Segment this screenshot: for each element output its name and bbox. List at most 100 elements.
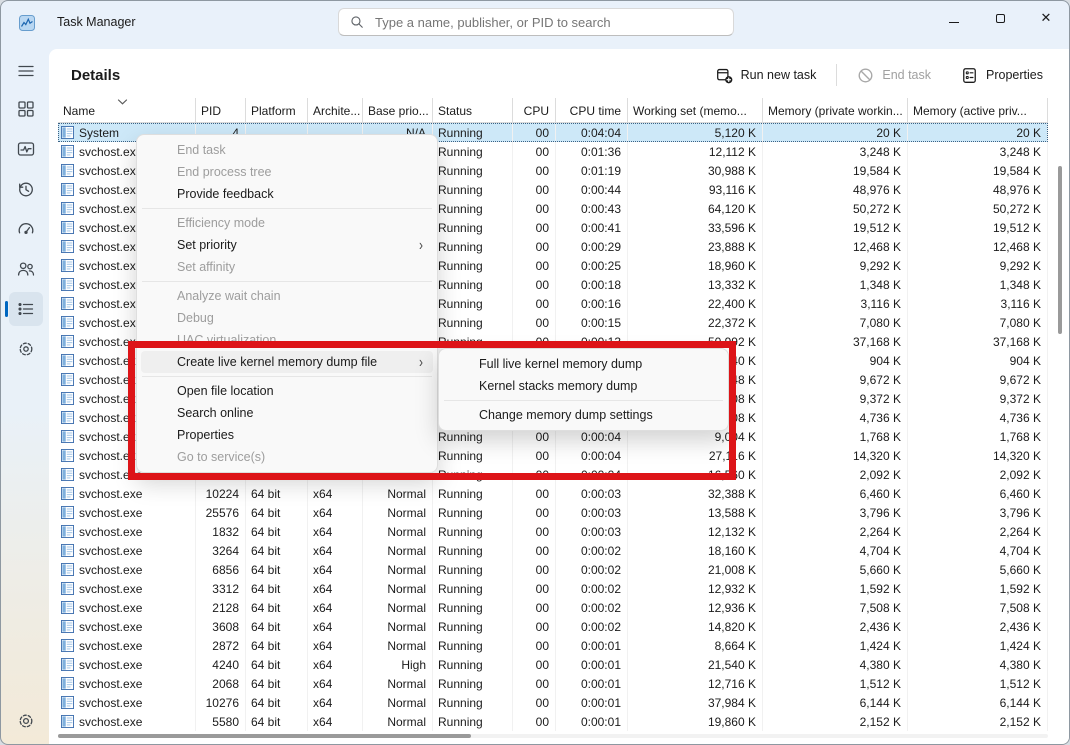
close-button[interactable]: ✕ bbox=[1023, 1, 1069, 35]
cell-cpu_time: 0:00:43 bbox=[556, 199, 628, 218]
cell-platform: 64 bit bbox=[246, 598, 308, 617]
app-window-icon bbox=[61, 354, 74, 367]
table-row[interactable]: svchost.exe206864 bitx64NormalRunning000… bbox=[58, 674, 1048, 693]
end-task-icon bbox=[857, 67, 874, 84]
horizontal-scrollbar-thumb[interactable] bbox=[58, 734, 471, 738]
cell-status: Running bbox=[433, 142, 513, 161]
column-header-arch[interactable]: Archite... bbox=[308, 98, 363, 122]
submenu-arrow-icon: › bbox=[419, 353, 423, 371]
cell-priority: Normal bbox=[363, 598, 433, 617]
table-row[interactable]: svchost.exe2557664 bitx64NormalRunning00… bbox=[58, 503, 1048, 522]
sidebar-item-services[interactable] bbox=[9, 332, 43, 366]
sidebar-item-details[interactable] bbox=[9, 292, 43, 326]
process-name: svchost.exe bbox=[79, 620, 142, 634]
cell-cpu: 00 bbox=[513, 617, 556, 636]
sidebar-item-users[interactable] bbox=[9, 252, 43, 286]
column-header-mem_active[interactable]: Memory (active priv... bbox=[908, 98, 1048, 122]
column-header-priority[interactable]: Base prio... bbox=[363, 98, 433, 122]
cell-mem_active: 1,348 K bbox=[908, 275, 1048, 294]
table-row[interactable]: svchost.exe1022464 bitx64NormalRunning00… bbox=[58, 484, 1048, 503]
submenu-item-change-memory-dump-settings[interactable]: Change memory dump settings bbox=[443, 404, 724, 426]
process-name: svchost.exe bbox=[79, 202, 142, 216]
context-menu-item-label: Properties bbox=[177, 428, 423, 442]
process-name: svchost.exe bbox=[79, 145, 142, 159]
services-gear-icon bbox=[16, 339, 36, 359]
context-menu-item-open-file-location[interactable]: Open file location bbox=[141, 380, 433, 402]
cell-mem_private: 5,660 K bbox=[763, 560, 908, 579]
submenu-item-kernel-stacks-memory-dump[interactable]: Kernel stacks memory dump bbox=[443, 375, 724, 397]
context-menu-item-search-online[interactable]: Search online bbox=[141, 402, 433, 424]
context-menu-item-properties[interactable]: Properties bbox=[141, 424, 433, 446]
column-header-platform[interactable]: Platform bbox=[246, 98, 308, 122]
submenu-item-full-live-kernel-memory-dump[interactable]: Full live kernel memory dump bbox=[443, 353, 724, 375]
cell-mem_private: 1,424 K bbox=[763, 636, 908, 655]
context-menu-item-set-priority[interactable]: Set priority› bbox=[141, 234, 433, 256]
process-name: svchost.exe bbox=[79, 392, 142, 406]
table-row[interactable]: svchost.exe212864 bitx64NormalRunning000… bbox=[58, 598, 1048, 617]
app-window-icon bbox=[61, 430, 74, 443]
context-menu-item-debug: Debug bbox=[141, 307, 433, 329]
table-header: NamePIDPlatformArchite...Base prio...Sta… bbox=[58, 98, 1048, 123]
column-header-mem_private[interactable]: Memory (private workin... bbox=[763, 98, 908, 122]
cell-name: svchost.exe bbox=[58, 541, 196, 560]
app-window-icon bbox=[61, 696, 74, 709]
sidebar-item-app-history[interactable] bbox=[9, 172, 43, 206]
run-new-task-button[interactable]: Run new task bbox=[706, 61, 827, 90]
cell-priority: Normal bbox=[363, 674, 433, 693]
task-manager-app-icon bbox=[19, 15, 35, 31]
vertical-scrollbar-thumb[interactable] bbox=[1058, 166, 1062, 334]
process-name: svchost.exe bbox=[79, 335, 142, 349]
navigation-menu-button[interactable] bbox=[9, 54, 43, 88]
sidebar-item-settings[interactable] bbox=[9, 704, 43, 738]
table-row[interactable]: svchost.exe360864 bitx64NormalRunning000… bbox=[58, 617, 1048, 636]
context-menu-separator bbox=[142, 281, 432, 282]
table-row[interactable]: svchost.exe685664 bitx64NormalRunning000… bbox=[58, 560, 1048, 579]
maximize-button[interactable] bbox=[977, 1, 1023, 35]
cell-cpu_time: 0:00:02 bbox=[556, 541, 628, 560]
cell-pid: 2128 bbox=[196, 598, 246, 617]
column-header-working_set[interactable]: Working set (memo... bbox=[628, 98, 763, 122]
cell-platform: 64 bit bbox=[246, 522, 308, 541]
table-row[interactable]: svchost.exe424064 bitx64HighRunning000:0… bbox=[58, 655, 1048, 674]
cell-name: svchost.exe bbox=[58, 522, 196, 541]
table-row[interactable]: svchost.exe326464 bitx64NormalRunning000… bbox=[58, 541, 1048, 560]
column-header-cpu_time[interactable]: CPU time bbox=[556, 98, 628, 122]
cell-status: Running bbox=[433, 579, 513, 598]
search-input[interactable] bbox=[373, 14, 722, 31]
column-header-status[interactable]: Status bbox=[433, 98, 513, 122]
cell-cpu: 00 bbox=[513, 712, 556, 731]
cell-cpu: 00 bbox=[513, 275, 556, 294]
cell-cpu: 00 bbox=[513, 237, 556, 256]
process-name: svchost.exe bbox=[79, 449, 142, 463]
cell-arch: x64 bbox=[308, 617, 363, 636]
cell-priority: Normal bbox=[363, 560, 433, 579]
submenu-separator bbox=[444, 400, 723, 401]
column-header-pid[interactable]: PID bbox=[196, 98, 246, 122]
gauge-icon bbox=[16, 219, 36, 239]
context-menu-item-create-live-kernel-memory-dump-file[interactable]: Create live kernel memory dump file› bbox=[141, 351, 433, 373]
cell-mem_active: 2,436 K bbox=[908, 617, 1048, 636]
sidebar-item-performance[interactable] bbox=[9, 132, 43, 166]
table-row[interactable]: svchost.exe558064 bitx64NormalRunning000… bbox=[58, 712, 1048, 731]
sidebar-item-processes[interactable] bbox=[9, 92, 43, 126]
search-box[interactable] bbox=[338, 8, 734, 36]
table-row[interactable]: svchost.exe331264 bitx64NormalRunning000… bbox=[58, 579, 1048, 598]
cell-mem_private: 1,348 K bbox=[763, 275, 908, 294]
app-window-icon bbox=[61, 221, 74, 234]
table-row[interactable]: svchost.exe1027664 bitx64NormalRunning00… bbox=[58, 693, 1048, 712]
app-window-icon bbox=[61, 639, 74, 652]
horizontal-scrollbar[interactable] bbox=[58, 734, 1048, 738]
sidebar-item-startup-apps[interactable] bbox=[9, 212, 43, 246]
cell-platform: 64 bit bbox=[246, 560, 308, 579]
context-menu-item-provide-feedback[interactable]: Provide feedback bbox=[141, 183, 433, 205]
cell-cpu: 00 bbox=[513, 294, 556, 313]
app-window-icon bbox=[61, 582, 74, 595]
table-row[interactable]: svchost.exe287264 bitx64NormalRunning000… bbox=[58, 636, 1048, 655]
cell-arch: x64 bbox=[308, 579, 363, 598]
column-header-cpu[interactable]: CPU bbox=[513, 98, 556, 122]
minimize-button[interactable] bbox=[931, 1, 977, 35]
cell-priority: Normal bbox=[363, 541, 433, 560]
table-row[interactable]: svchost.exe183264 bitx64NormalRunning000… bbox=[58, 522, 1048, 541]
cell-mem_active: 4,704 K bbox=[908, 541, 1048, 560]
properties-button[interactable]: Properties bbox=[951, 61, 1053, 90]
